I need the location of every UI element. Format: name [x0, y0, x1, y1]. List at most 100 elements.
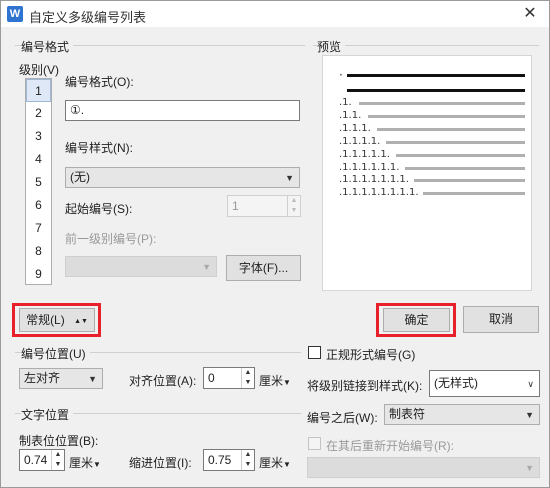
- tab-position-value: 0.74: [24, 453, 48, 467]
- preview-line: [423, 192, 525, 196]
- preview-number: .1.1.1.1.: [339, 135, 381, 147]
- unit-label: 厘米: [259, 374, 284, 388]
- legal-numbering-checkbox[interactable]: [308, 346, 321, 359]
- number-alignment-value: 左对齐: [24, 371, 61, 385]
- start-number-label: 起始编号(S):: [65, 202, 133, 216]
- decrement-icon[interactable]: ▼: [52, 460, 64, 470]
- decrement-icon[interactable]: ▼: [242, 460, 254, 470]
- preview-line: [347, 89, 525, 92]
- restart-numbering-checkbox[interactable]: [308, 437, 321, 450]
- tab-position-unit-select[interactable]: 厘米▼: [69, 454, 101, 471]
- close-button[interactable]: ✕: [519, 3, 541, 25]
- decrement-icon[interactable]: ▼: [288, 206, 300, 216]
- preview-line: [347, 74, 525, 77]
- preview-number: .1.1.: [339, 109, 362, 121]
- level-label: 级别(V): [19, 63, 59, 77]
- unit-label: 厘米: [259, 456, 284, 470]
- level-item[interactable]: 6: [26, 194, 51, 217]
- number-alignment-select[interactable]: 左对齐 ▼: [19, 368, 103, 389]
- preview-number: .1.: [339, 97, 352, 108]
- highlight-box: [376, 303, 456, 337]
- preview-bullet: ·: [339, 68, 343, 82]
- chevron-down-icon: ▼: [285, 173, 294, 183]
- preview-line: [386, 140, 525, 144]
- follow-number-with-select[interactable]: 制表符 ▼: [384, 404, 540, 425]
- preview-number: .1.1.1.1.1.1.: [339, 161, 400, 173]
- previous-level-select[interactable]: ▼: [65, 256, 217, 277]
- link-level-style-label: 将级别链接到样式(K):: [307, 379, 423, 393]
- tab-position-stepper[interactable]: 0.74 ▲ ▼: [19, 449, 65, 471]
- unit-label: 厘米: [69, 456, 94, 470]
- link-level-style-select[interactable]: (无样式) ∨: [429, 370, 540, 397]
- indent-position-stepper[interactable]: 0.75 ▲ ▼: [203, 449, 255, 471]
- chevron-down-icon: ∨: [527, 379, 534, 389]
- highlight-box: [12, 303, 101, 337]
- number-style-label: 编号样式(N):: [65, 141, 133, 155]
- title-bar: W 自定义多级编号列表 ✕: [1, 1, 549, 27]
- previous-level-label: 前一级别编号(P):: [65, 232, 157, 246]
- indent-position-value: 0.75: [208, 453, 232, 467]
- preview-number: .1.1.1.1.1.1.1.1.: [339, 187, 419, 199]
- follow-number-with-value: 制表符: [389, 407, 426, 421]
- increment-icon[interactable]: ▲: [242, 450, 254, 460]
- start-number-value: 1: [232, 199, 239, 213]
- preview-panel: · .1. .1.1. .1.1.1. .1.1.1.1. .1.1.1.1.1. .1.…: [322, 55, 532, 291]
- number-format-input[interactable]: ①.: [65, 100, 300, 121]
- level-item[interactable]: 3: [26, 125, 51, 148]
- window-title: 自定义多级编号列表: [29, 10, 147, 25]
- preview-line: [368, 114, 525, 118]
- chevron-down-icon: ▼: [202, 262, 211, 272]
- preview-line: [414, 179, 525, 183]
- preview-line: [377, 127, 525, 131]
- align-position-label: 对齐位置(A):: [129, 374, 197, 388]
- legal-numbering-label: 正规形式编号(G): [326, 348, 416, 362]
- wps-writer-icon: W: [7, 6, 23, 22]
- cancel-button[interactable]: 取消: [463, 306, 539, 333]
- level-item[interactable]: 4: [26, 148, 51, 171]
- text-position-group-label: 文字位置: [21, 406, 74, 423]
- indent-position-unit-select[interactable]: 厘米▼: [259, 454, 291, 471]
- chevron-down-icon: ▼: [283, 460, 291, 469]
- preview-number: .1.1.1.: [339, 122, 371, 134]
- number-position-group-label: 编号位置(U): [21, 345, 90, 362]
- link-level-style-value: (无样式): [434, 376, 478, 390]
- level-item[interactable]: 2: [26, 102, 51, 125]
- number-format-group-label: 编号格式: [21, 38, 74, 55]
- level-item[interactable]: 1: [26, 79, 51, 102]
- dialog-window: W 自定义多级编号列表 ✕ 编号格式 级别(V) 123456789 编号格式(…: [0, 0, 550, 488]
- level-list[interactable]: 123456789: [25, 78, 52, 285]
- level-item[interactable]: 7: [26, 217, 51, 240]
- chevron-down-icon: ▼: [88, 374, 97, 384]
- restart-numbering-select[interactable]: ▼: [307, 457, 540, 478]
- chevron-down-icon: ▼: [93, 460, 101, 469]
- align-position-unit-select[interactable]: 厘米▼: [259, 372, 291, 389]
- tab-position-label: 制表位位置(B):: [19, 434, 99, 448]
- align-position-value: 0: [208, 371, 215, 385]
- preview-group-label: 预览: [317, 38, 346, 55]
- decrement-icon[interactable]: ▼: [242, 378, 254, 388]
- increment-icon[interactable]: ▲: [288, 196, 300, 206]
- number-format-label: 编号格式(O):: [65, 75, 134, 89]
- preview-line: [395, 153, 525, 157]
- start-number-stepper[interactable]: 1 ▲ ▼: [227, 195, 301, 217]
- follow-number-with-label: 编号之后(W):: [307, 411, 378, 425]
- chevron-down-icon: ▼: [525, 463, 534, 473]
- preview-number: .1.1.1.1.1.1.1.: [339, 174, 409, 186]
- preview-line: [358, 102, 525, 105]
- level-item[interactable]: 8: [26, 240, 51, 263]
- chevron-down-icon: ▼: [283, 378, 291, 387]
- level-item[interactable]: 9: [26, 263, 51, 286]
- level-item[interactable]: 5: [26, 171, 51, 194]
- align-position-stepper[interactable]: 0 ▲ ▼: [203, 367, 255, 389]
- chevron-down-icon: ▼: [525, 410, 534, 420]
- preview-line: [404, 166, 525, 170]
- restart-numbering-label: 在其后重新开始编号(R):: [326, 439, 454, 453]
- group-separator: [313, 45, 539, 46]
- number-style-select[interactable]: (无) ▼: [65, 167, 300, 188]
- increment-icon[interactable]: ▲: [242, 368, 254, 378]
- increment-icon[interactable]: ▲: [52, 450, 64, 460]
- indent-position-label: 缩进位置(I):: [129, 456, 192, 470]
- number-style-value: (无): [70, 170, 90, 184]
- font-button[interactable]: 字体(F)...: [226, 255, 301, 281]
- preview-number: .1.1.1.1.1.: [339, 148, 390, 160]
